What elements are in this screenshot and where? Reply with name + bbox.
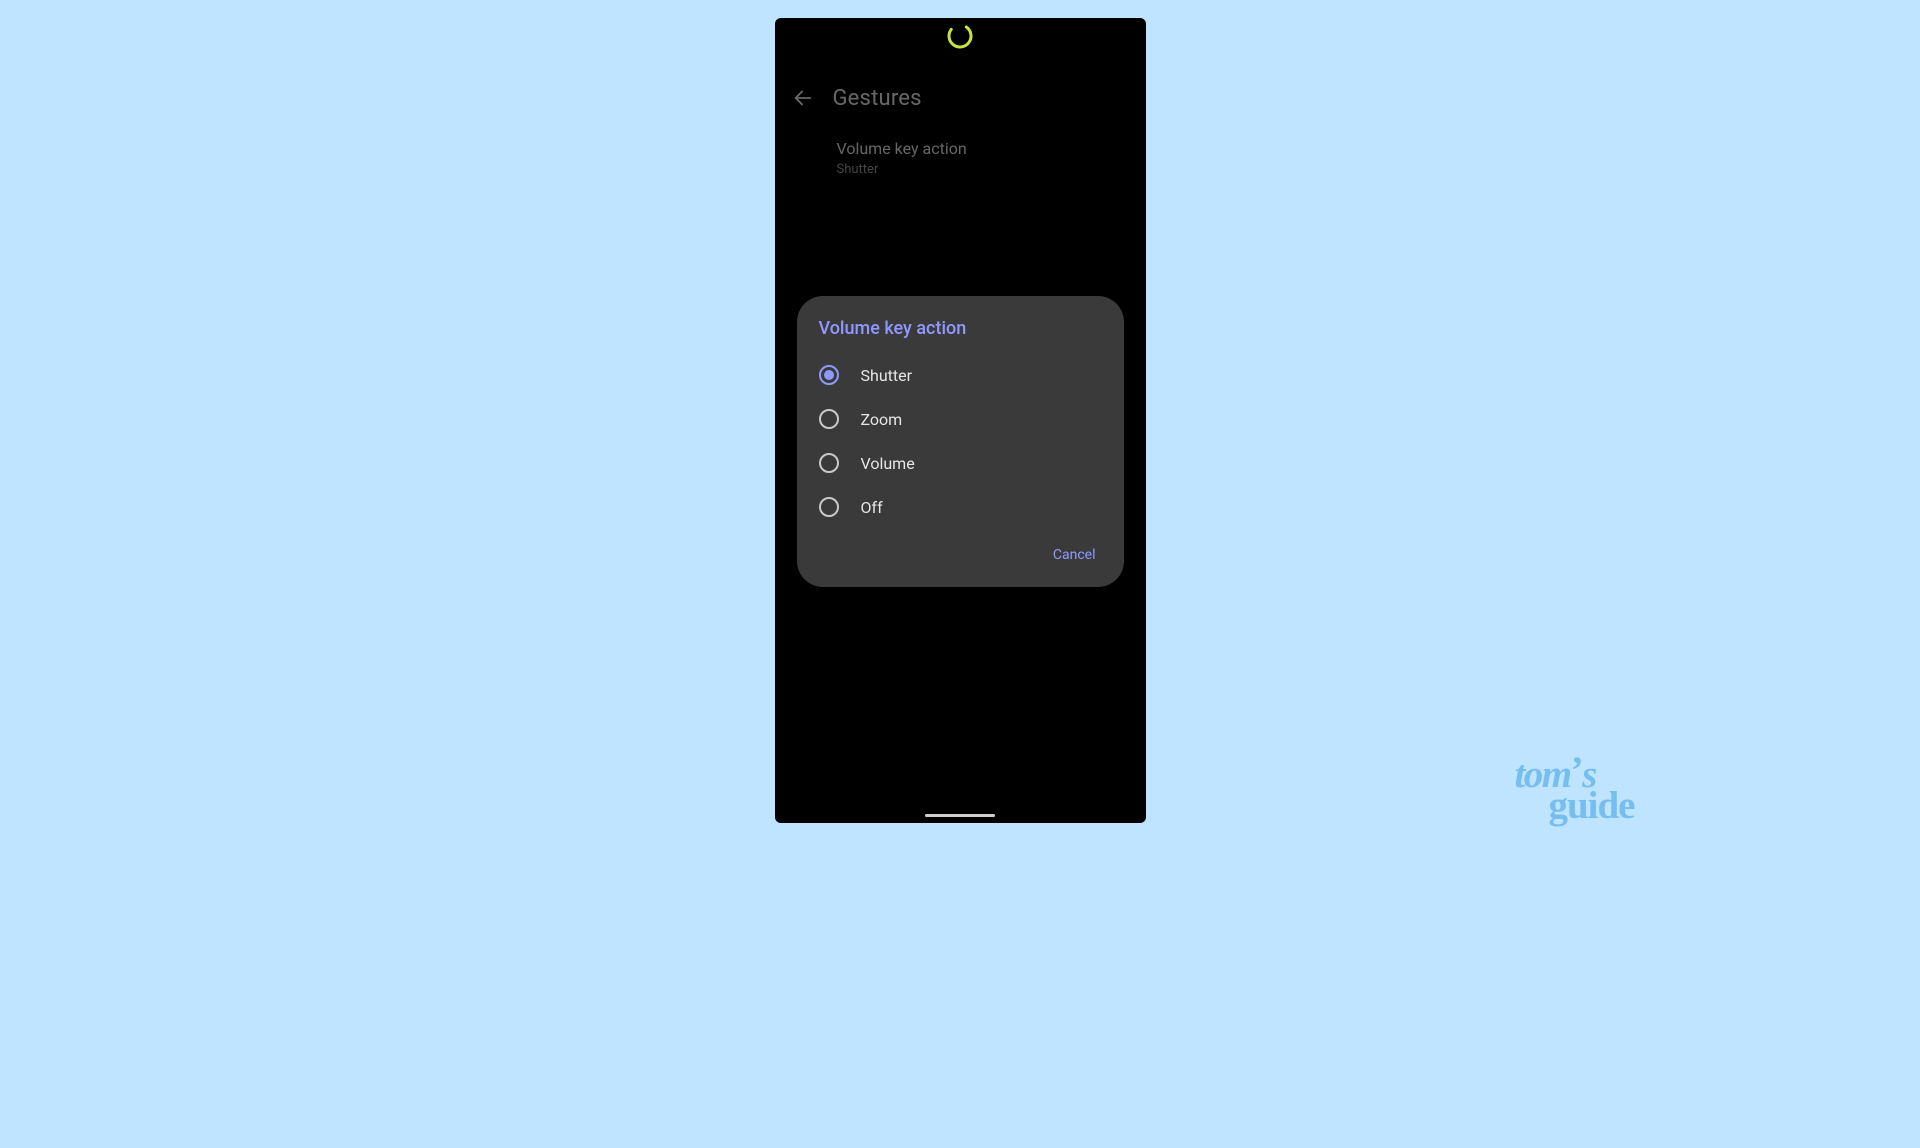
watermark-line1a: tom: [1514, 753, 1570, 796]
option-zoom[interactable]: Zoom: [819, 397, 1102, 441]
stage: Gestures Volume key action Shutter Volum…: [258, 0, 1663, 840]
option-volume[interactable]: Volume: [819, 441, 1102, 485]
radio-icon: [819, 453, 839, 473]
dialog-actions: Cancel: [819, 539, 1102, 571]
loading-spinner-icon: [946, 22, 974, 50]
page-title: Gestures: [833, 86, 922, 111]
option-label: Zoom: [861, 410, 903, 429]
watermark-line1b: s: [1582, 753, 1596, 796]
setting-title: Volume key action: [837, 138, 1126, 160]
option-off[interactable]: Off: [819, 485, 1102, 529]
setting-volume-key-action[interactable]: Volume key action Shutter: [775, 134, 1146, 181]
dialog-title: Volume key action: [819, 318, 1102, 339]
dialog-options: Shutter Zoom Volume Off: [819, 353, 1102, 529]
back-arrow-icon[interactable]: [791, 86, 815, 110]
radio-icon: [819, 497, 839, 517]
option-label: Off: [861, 498, 883, 517]
watermark-line2: guide: [1548, 789, 1634, 822]
radio-icon: [819, 409, 839, 429]
option-label: Volume: [861, 454, 915, 473]
option-label: Shutter: [861, 366, 913, 385]
option-shutter[interactable]: Shutter: [819, 353, 1102, 397]
cancel-button[interactable]: Cancel: [1047, 539, 1102, 571]
dialog-volume-key-action: Volume key action Shutter Zoom Volume Of…: [797, 296, 1124, 587]
home-indicator[interactable]: [925, 814, 995, 817]
page-header: Gestures: [775, 70, 1146, 126]
radio-icon: [819, 365, 839, 385]
watermark-logo: tom’s guide: [1514, 758, 1634, 822]
phone-screen: Gestures Volume key action Shutter Volum…: [775, 18, 1146, 823]
setting-subtitle: Shutter: [837, 162, 1126, 177]
